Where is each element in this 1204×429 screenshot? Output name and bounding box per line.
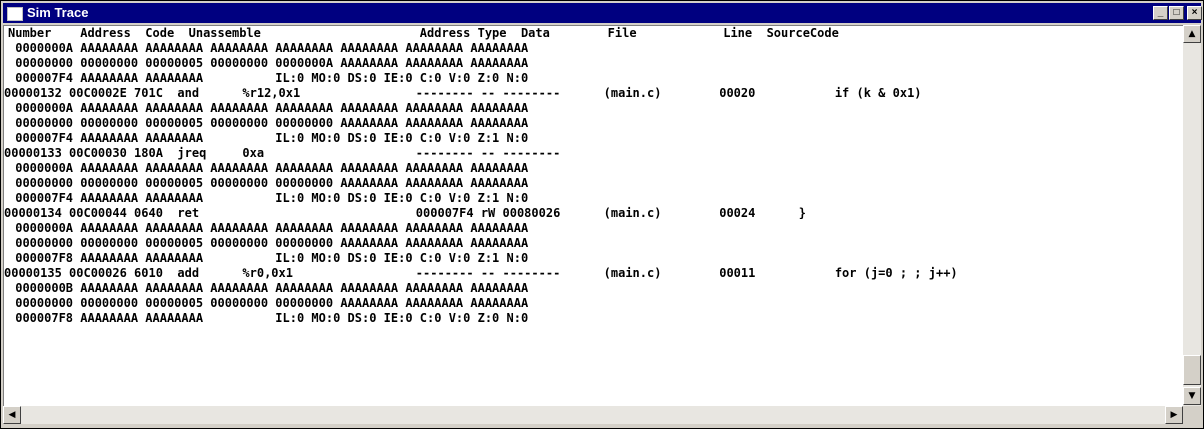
window-icon xyxy=(7,7,23,21)
vertical-scrollbar[interactable]: ▲ ▼ xyxy=(1183,25,1201,406)
vertical-scroll-thumb[interactable] xyxy=(1183,355,1201,385)
trace-line: 0000000A AAAAAAAA AAAAAAAA AAAAAAAA AAAA… xyxy=(8,221,529,235)
trace-line: 0000000B AAAAAAAA AAAAAAAA AAAAAAAA AAAA… xyxy=(8,281,529,295)
trace-column-header: Number Address Code Unassemble Address T… xyxy=(8,26,839,40)
trace-line: 00000000 00000000 00000005 00000000 0000… xyxy=(8,116,529,130)
trace-instruction-line: 00000133 00C00030 180A jreq 0xa --------… xyxy=(4,146,561,160)
trace-line: 000007F8 AAAAAAAA AAAAAAAA IL:0 MO:0 DS:… xyxy=(8,311,529,325)
scroll-left-arrow-icon[interactable]: ◀ xyxy=(3,406,21,424)
trace-line: 000007F4 AAAAAAAA AAAAAAAA IL:0 MO:0 DS:… xyxy=(8,71,529,85)
maximize-button[interactable]: □ xyxy=(1169,6,1184,20)
trace-line: 000007F8 AAAAAAAA AAAAAAAA IL:0 MO:0 DS:… xyxy=(8,251,529,265)
scroll-right-arrow-icon[interactable]: ▶ xyxy=(1165,406,1183,424)
trace-line: 00000000 00000000 00000005 00000000 0000… xyxy=(8,296,529,310)
trace-line: 000007F4 AAAAAAAA AAAAAAAA IL:0 MO:0 DS:… xyxy=(8,131,529,145)
scroll-up-arrow-icon[interactable]: ▲ xyxy=(1183,25,1201,43)
sim-trace-window: Sim Trace _ □ × Number Address Code Unas… xyxy=(0,0,1204,429)
trace-line: 000007F4 AAAAAAAA AAAAAAAA IL:0 MO:0 DS:… xyxy=(8,191,529,205)
trace-instruction-line: 00000134 00C00044 0640 ret 000007F4 rW 0… xyxy=(4,206,806,220)
scroll-down-arrow-icon[interactable]: ▼ xyxy=(1183,387,1201,405)
trace-instruction-line: 00000132 00C0002E 701C and %r12,0x1 ----… xyxy=(4,86,922,100)
minimize-button[interactable]: _ xyxy=(1153,6,1168,20)
trace-view[interactable]: Number Address Code Unassemble Address T… xyxy=(3,25,1183,406)
title-bar[interactable]: Sim Trace _ □ × xyxy=(3,3,1202,23)
trace-line: 0000000A AAAAAAAA AAAAAAAA AAAAAAAA AAAA… xyxy=(8,101,529,115)
close-button[interactable]: × xyxy=(1187,6,1202,20)
window-title: Sim Trace xyxy=(27,5,89,20)
horizontal-scrollbar[interactable]: ◀ ▶ xyxy=(3,406,1183,424)
trace-line: 0000000A AAAAAAAA AAAAAAAA AAAAAAAA AAAA… xyxy=(8,41,529,55)
trace-line: 00000000 00000000 00000005 00000000 0000… xyxy=(8,236,529,250)
trace-line: 00000000 00000000 00000005 00000000 0000… xyxy=(8,176,529,190)
trace-line: 00000000 00000000 00000005 00000000 0000… xyxy=(8,56,529,70)
trace-line: 0000000A AAAAAAAA AAAAAAAA AAAAAAAA AAAA… xyxy=(8,161,529,175)
trace-instruction-line: 00000135 00C00026 6010 add %r0,0x1 -----… xyxy=(4,266,958,280)
resize-grip-icon[interactable] xyxy=(1183,406,1201,424)
